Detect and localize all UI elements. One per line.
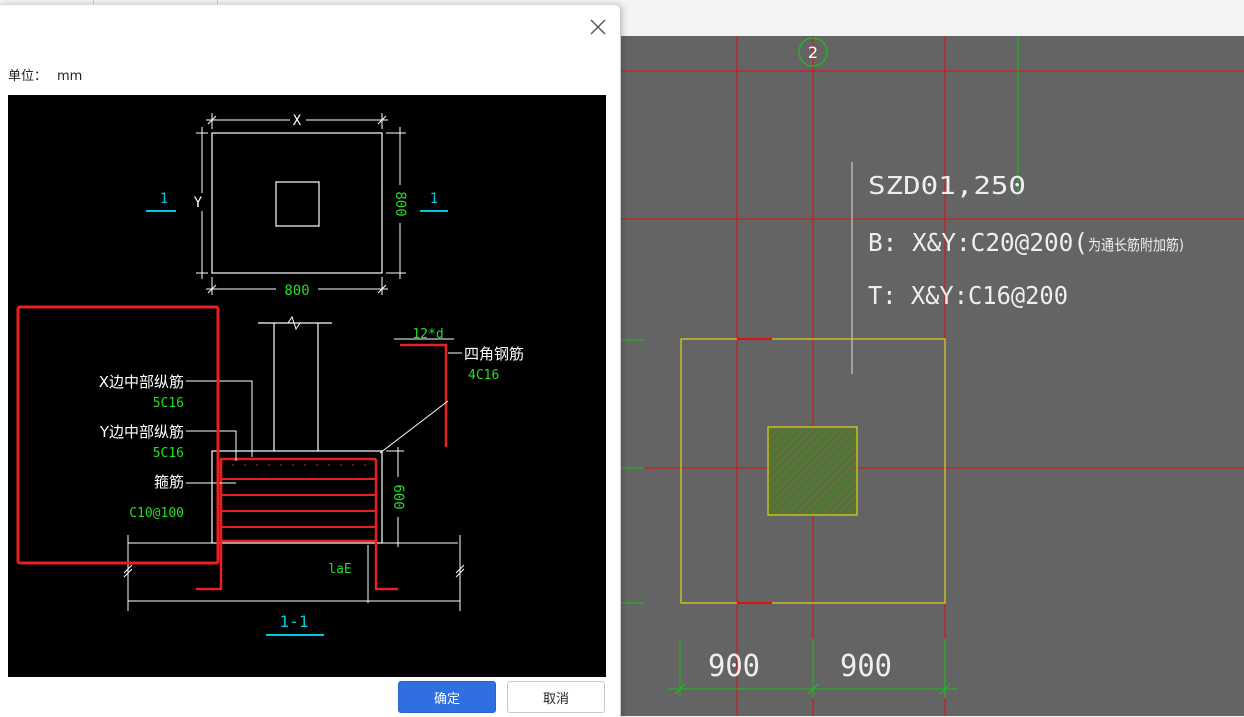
unit-label: 单位：: [8, 69, 48, 84]
top-rebar-text[interactable]: T: X&Y:C16@200: [868, 281, 1068, 310]
column-section[interactable]: [767, 426, 858, 516]
section-title: 1-1: [280, 612, 309, 631]
close-icon[interactable]: [586, 15, 610, 39]
depth-dim: 600: [390, 484, 406, 509]
plan-x-label: X: [293, 113, 302, 129]
leader-line: [186, 430, 237, 461]
cancel-button[interactable]: 取消: [507, 681, 605, 713]
foundation-param-dialog: 单位： mm X Y 800 800 1 1 12*d 四角钢筋 4C16 60…: [0, 4, 621, 717]
y-mid-bar-label: Y边中部纵筋: [99, 423, 184, 441]
corner-bar-value: 4C16: [468, 368, 499, 383]
stirrup-value: C10@100: [129, 506, 184, 521]
foundation-name[interactable]: SZD01,250: [868, 171, 1026, 200]
plan-width-dim: 800: [284, 283, 309, 299]
plan-column-outline: [275, 181, 320, 227]
bottom-rebar-text[interactable]: B: X&Y:C20@200(: [868, 228, 1088, 257]
plan-footing-outline: [211, 132, 383, 274]
x-mid-bar-label: X边中部纵筋: [99, 373, 184, 391]
bottom-rebar-note[interactable]: 为通长筋附加筋): [1088, 236, 1184, 254]
stirrup-label: 箍筋: [154, 473, 184, 491]
dimension-right-text: 900: [840, 649, 892, 684]
corner-bar-right: [374, 541, 398, 591]
unit-value: mm: [57, 69, 83, 84]
section-footing-outline: [211, 450, 383, 544]
corner-bar-anchor: [400, 343, 448, 447]
y-mid-bar-value: 5C16: [153, 446, 184, 461]
unit-row: 单位： mm: [8, 65, 82, 84]
anchor-length-label: 12*d: [412, 327, 443, 342]
leader-line: [379, 400, 449, 454]
x-mid-bar-value: 5C16: [153, 396, 184, 411]
section-mark-right: 1: [430, 191, 438, 207]
plan-height-dim: 800: [392, 191, 408, 216]
dimension-left-text: 900: [708, 649, 760, 684]
ok-button[interactable]: 确定: [398, 681, 496, 713]
plan-y-label: Y: [194, 195, 203, 211]
cad-viewport[interactable]: 2 SZD01,250 B: X&Y:C20@200( 为通长筋附加筋) T: …: [620, 36, 1244, 716]
section-mark-left: 1: [160, 191, 168, 207]
axis-bubble-label: 2: [808, 43, 818, 62]
corner-bar-label: 四角钢筋: [464, 345, 524, 363]
lae-label: laE: [328, 562, 351, 577]
foundation-diagram: X Y 800 800 1 1 12*d 四角钢筋 4C16 600 laE X…: [8, 95, 606, 677]
